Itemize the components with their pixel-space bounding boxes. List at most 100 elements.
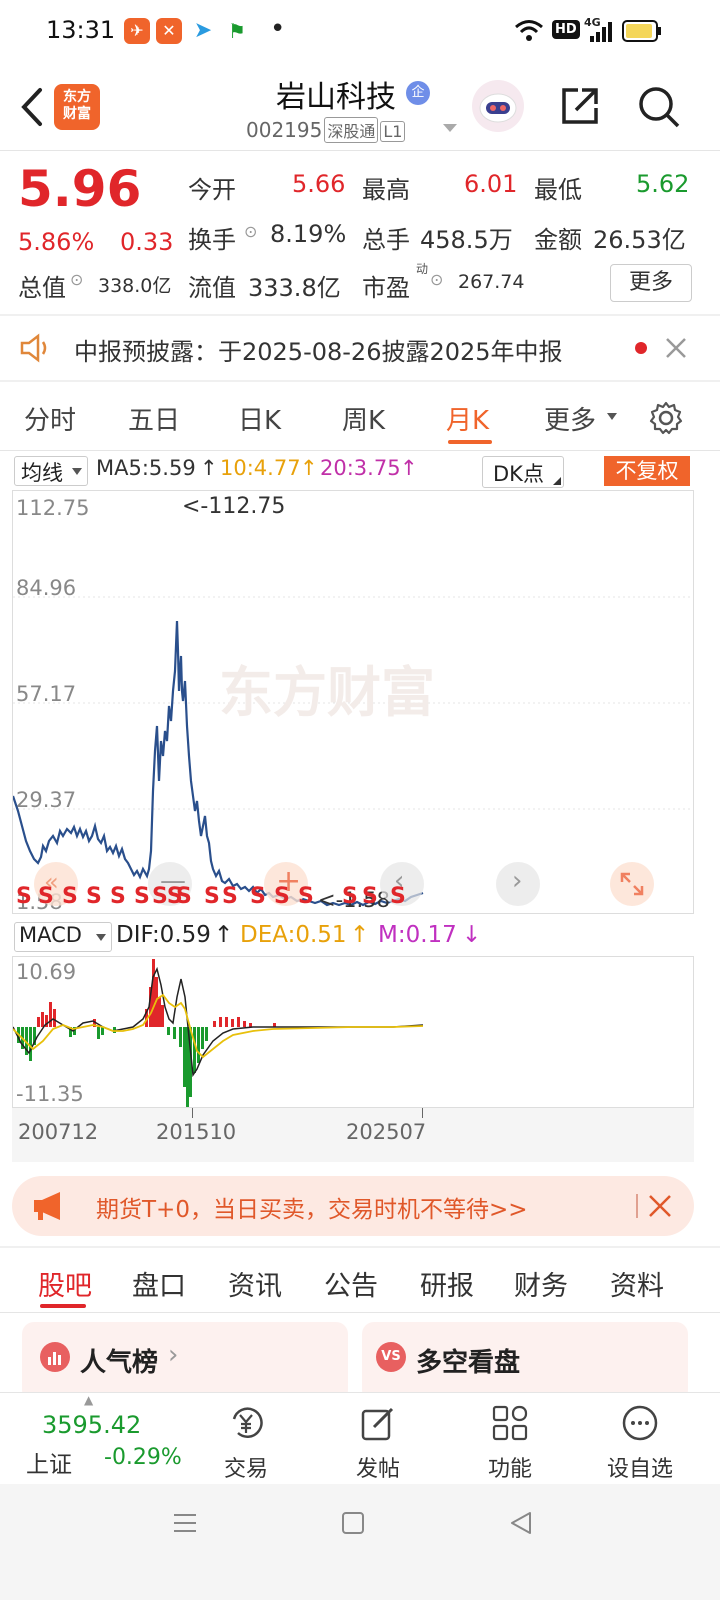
indicator-select-label: MACD <box>19 923 82 947</box>
bottom-nav: ▲ 3595.42 上证 -0.29% 交易 发帖 功能 设自选 <box>0 1392 720 1485</box>
info-icon[interactable]: ⊙ <box>70 270 83 289</box>
close-icon[interactable] <box>648 1194 672 1218</box>
dea-value: DEA:0.51 <box>240 922 347 948</box>
current-price: 5.96 <box>18 160 142 218</box>
x-axis-label: 201510 <box>156 1120 237 1144</box>
indicator-select[interactable]: MACD <box>14 922 112 952</box>
high-label: 最高 <box>362 176 410 204</box>
divider <box>0 1246 720 1248</box>
divider <box>0 150 720 151</box>
assistant-robot-icon[interactable] <box>472 80 524 132</box>
telegram-icon: ➤ <box>190 18 216 44</box>
stock-name[interactable]: 岩山科技 <box>276 72 396 116</box>
y-axis-label: 84.96 <box>16 576 77 600</box>
tab-profile[interactable]: 资料 <box>610 1264 664 1303</box>
tick <box>192 1108 193 1118</box>
tag-shenzhen-connect: 深股通 <box>324 117 379 143</box>
macd-chart[interactable] <box>12 956 694 1108</box>
ma10-value: 10:4.77 <box>220 456 301 480</box>
more-quote-button[interactable]: 更多 <box>610 264 692 302</box>
tick <box>422 1108 423 1118</box>
menu-icon[interactable] <box>170 1508 200 1538</box>
nav-functions-label: 功能 <box>487 1457 532 1482</box>
scroll-right-button[interactable]: › <box>496 862 540 906</box>
ad-separator <box>636 1194 638 1218</box>
info-icon[interactable]: ⊙ <box>430 270 443 289</box>
signal-mark: S <box>86 884 102 909</box>
tab-order-book[interactable]: 盘口 <box>132 1264 186 1303</box>
settings-gear-icon[interactable] <box>648 400 684 436</box>
popularity-card[interactable]: 人气榜 › <box>22 1322 348 1402</box>
tab-intraday[interactable]: 分时 <box>24 400 76 437</box>
index-value[interactable]: 3595.42 <box>42 1411 141 1439</box>
tab-announcements[interactable]: 公告 <box>324 1264 378 1303</box>
tab-guba[interactable]: 股吧 <box>38 1264 92 1303</box>
float-cap-label: 流值 <box>188 274 236 302</box>
speaker-icon <box>20 333 47 363</box>
x-axis-label: 200712 <box>18 1120 99 1144</box>
dropdown-caret-icon[interactable] <box>442 122 458 134</box>
tab-finance[interactable]: 财务 <box>514 1264 568 1303</box>
m-arrow: ↓ <box>462 922 482 948</box>
signal-mark: S <box>204 884 220 909</box>
dif-line <box>12 966 424 1078</box>
tab-weekly-k[interactable]: 周K <box>342 400 385 437</box>
grid-icon <box>492 1405 528 1441</box>
signal-mark: S <box>274 884 290 909</box>
status-bar: 13:31 ✈ ✕ ➤ ⚑ • HD 4G <box>0 0 720 62</box>
nav-add-watchlist[interactable]: 设自选 <box>590 1393 690 1485</box>
megaphone-icon <box>34 1192 60 1220</box>
open-value: 5.66 <box>292 170 346 198</box>
system-nav-bar <box>0 1484 720 1600</box>
back-arrow-icon[interactable] <box>14 84 54 130</box>
divider <box>0 1312 720 1313</box>
search-icon[interactable] <box>636 84 682 130</box>
nav-post[interactable]: 发帖 <box>328 1393 428 1485</box>
caret-down-icon <box>607 413 617 420</box>
battery-icon <box>622 20 661 42</box>
share-icon[interactable] <box>558 84 602 128</box>
logo-text-1: 东方 <box>63 89 91 105</box>
more-notifications-dot: • <box>270 14 286 44</box>
tab-monthly-k[interactable]: 月K <box>446 400 489 437</box>
ma-select[interactable]: 均线 <box>14 456 88 486</box>
signal-mark: S <box>134 884 150 909</box>
signal-mark: S <box>176 884 192 909</box>
nav-trade[interactable]: 交易 <box>196 1393 296 1485</box>
price-chart-svg: 东方财富 <box>11 596 693 907</box>
close-icon[interactable] <box>664 336 688 360</box>
dk-point-button[interactable]: DK点 <box>482 456 564 488</box>
active-tab-indicator <box>40 1304 86 1308</box>
pe-dynamic-mark: 动 <box>416 262 429 276</box>
nav-functions[interactable]: 功能 <box>460 1393 560 1485</box>
stock-code-line[interactable]: 002195 深股通 L1 <box>246 117 406 143</box>
fullscreen-button[interactable] <box>610 862 654 906</box>
y-axis-label: 57.17 <box>16 682 77 706</box>
signal-mark: S <box>390 884 406 909</box>
caret-up-icon: ▲ <box>84 1393 94 1407</box>
signal-mark: S <box>298 884 314 909</box>
signal-mark: S <box>38 884 54 909</box>
home-icon[interactable] <box>338 1508 368 1538</box>
app-notification-icon-2: ✕ <box>156 18 182 44</box>
y-axis-label: 29.37 <box>16 788 77 812</box>
info-icon[interactable]: ⊙ <box>244 222 257 241</box>
tab-more[interactable]: 更多 <box>544 400 596 437</box>
notice-text: 中报预披露：于2025-08-26披露2025年中报 <box>74 338 563 366</box>
x-axis-label: 202507 <box>346 1120 427 1144</box>
high-value: 6.01 <box>464 170 518 198</box>
price-chart[interactable]: 东方财富 <box>11 490 694 914</box>
pe-value: 267.74 <box>458 271 525 293</box>
back-icon[interactable] <box>506 1508 536 1538</box>
tab-daily-k[interactable]: 日K <box>238 400 281 437</box>
tab-research[interactable]: 研报 <box>420 1264 474 1303</box>
app-notification-icon-1: ✈ <box>124 18 150 44</box>
tab-five-day[interactable]: 五日 <box>128 400 180 437</box>
tab-news[interactable]: 资讯 <box>228 1264 282 1303</box>
adjust-type-button[interactable]: 不复权 <box>604 456 690 486</box>
signal-icon <box>590 22 612 42</box>
more-dots-icon <box>622 1405 658 1441</box>
ma20-value: 20:3.75 <box>320 456 401 480</box>
futures-ad-banner[interactable]: 期货T+0，当日买卖，交易时机不等待>> <box>12 1176 694 1236</box>
long-short-card[interactable]: VS 多空看盘 <box>362 1322 688 1402</box>
